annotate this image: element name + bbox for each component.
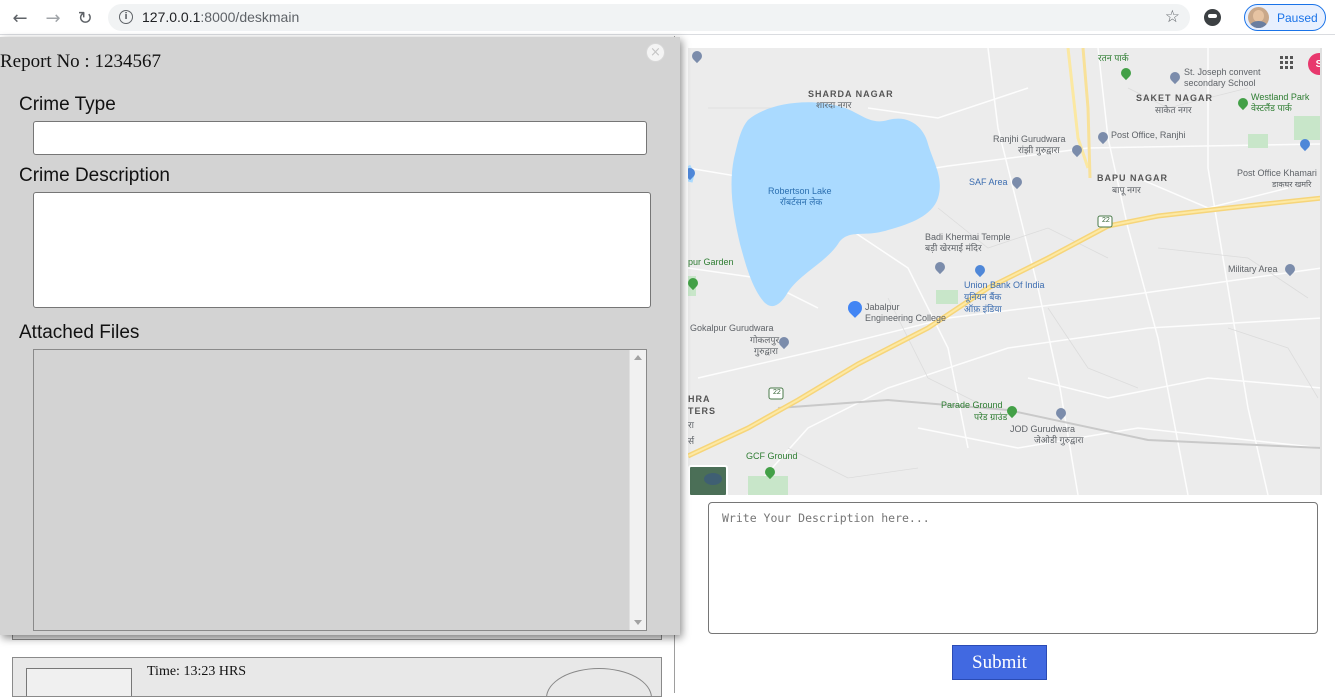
- url-text: 127.0.0.1:8000/deskmain: [142, 9, 299, 25]
- highway-shield-label: 22: [773, 389, 781, 396]
- map-label: बापू नगर: [1112, 185, 1141, 195]
- crime-description-label: Crime Description: [19, 165, 170, 186]
- crime-type-label: Crime Type: [19, 94, 116, 115]
- url-path: :8000/deskmain: [200, 9, 300, 25]
- map-label: गोकलपुर: [750, 335, 780, 345]
- highway-shield-label: 22: [1102, 217, 1110, 224]
- url-host: 127.0.0.1: [142, 9, 201, 25]
- map-label: JOD Gurudwara: [1010, 424, 1076, 434]
- map-label: बड़ी खेरमाई मंदिर: [925, 243, 982, 253]
- map-label: जेओडी गुरुद्वारा: [1034, 435, 1084, 445]
- crime-description-textarea[interactable]: [33, 192, 651, 308]
- map-label: रा: [688, 420, 695, 430]
- avatar: [1248, 7, 1269, 28]
- map-label: Engineering College: [865, 313, 947, 323]
- map-label: Gokalpur Gurudwara: [690, 323, 774, 333]
- map-label: Badi Khermai Temple: [925, 232, 1011, 242]
- crime-type-input[interactable]: [33, 121, 647, 155]
- map-label: SHARDA NAGAR: [808, 89, 894, 99]
- submit-button[interactable]: Submit: [952, 645, 1047, 680]
- map-label: Military Area: [1228, 264, 1278, 274]
- reload-icon[interactable]: ↻: [72, 5, 98, 31]
- map-label: Parade Ground: [941, 400, 1003, 410]
- map-label: Union Bank Of India: [964, 280, 1045, 290]
- map-label: Post Office, Ranjhi: [1111, 130, 1186, 140]
- map-label: Ranjhi Gurudwara: [993, 134, 1066, 144]
- browser-toolbar: ← → ↻ i 127.0.0.1:8000/deskmain ☆ Paused: [0, 0, 1335, 35]
- map-label: TERS: [688, 406, 717, 416]
- attached-files-label: Attached Files: [19, 322, 140, 343]
- map-label: BAPU NAGAR: [1097, 173, 1169, 183]
- map-label: Jabalpur: [865, 302, 900, 312]
- files-scrollbar[interactable]: [629, 350, 646, 630]
- description-textarea[interactable]: [708, 502, 1318, 634]
- map-label: रॉबर्टसन लेक: [780, 197, 823, 207]
- back-arrow-icon[interactable]: ←: [7, 5, 33, 31]
- map-canvas: [688, 48, 1320, 495]
- profile-status: Paused: [1277, 10, 1318, 25]
- map-label: परेड ग्राउंड: [974, 412, 1008, 422]
- report-number: Report No : 1234567: [0, 51, 161, 72]
- apps-grid-icon[interactable]: [1280, 56, 1294, 70]
- map-label: HRA: [688, 394, 711, 404]
- attached-files-list[interactable]: [33, 349, 647, 631]
- report-detail-modal: × Report No : 1234567 Crime Type Crime D…: [0, 37, 680, 635]
- map-label: SAKET NAGAR: [1136, 93, 1214, 103]
- bookmark-star-icon[interactable]: ☆: [1165, 7, 1180, 27]
- map-label: secondary School: [1184, 78, 1256, 88]
- map-label: गुरुद्वारा: [754, 346, 778, 356]
- map-label: Robertson Lake: [768, 186, 832, 196]
- address-bar[interactable]: i 127.0.0.1:8000/deskmain ☆: [108, 4, 1190, 31]
- report-card[interactable]: Time: 13:23 HRS: [12, 657, 662, 697]
- map-label: डाकघर खमरि: [1272, 180, 1312, 189]
- map-label: र्स: [688, 436, 695, 446]
- map-label: St. Joseph convent: [1184, 67, 1261, 77]
- map-label: वेस्टलैंड पार्क: [1251, 103, 1292, 113]
- map-label: ऑफ़ इंडिया: [964, 304, 1002, 314]
- map-label: Post Office Khamari: [1237, 168, 1317, 178]
- report-time: Time: 13:23 HRS: [147, 664, 247, 679]
- map-label: रांझी गुरुद्वारा: [1018, 145, 1060, 155]
- map-view[interactable]: 22 22 S रतन पार्क SHARDA NAGAR शारदा नगर…: [688, 48, 1322, 495]
- profile-button[interactable]: Paused: [1244, 4, 1326, 31]
- map-label: रतन पार्क: [1098, 53, 1129, 63]
- map-label: साकेत नगर: [1155, 105, 1192, 115]
- map-label: Westland Park: [1251, 92, 1310, 102]
- map-label: SAF Area: [969, 177, 1008, 187]
- map-label: शारदा नगर: [816, 100, 852, 110]
- map-label: GCF Ground: [746, 451, 798, 461]
- forward-arrow-icon[interactable]: →: [40, 5, 66, 31]
- satellite-layer-toggle[interactable]: [688, 465, 728, 495]
- site-info-icon[interactable]: i: [119, 10, 133, 24]
- scroll-up-icon[interactable]: [634, 355, 642, 360]
- extension-icon[interactable]: [1204, 9, 1221, 26]
- scroll-down-icon[interactable]: [634, 620, 642, 625]
- map-label: यूनियन बैंक: [964, 292, 1002, 302]
- map-label: pur Garden: [688, 257, 734, 267]
- close-icon[interactable]: ×: [646, 43, 665, 62]
